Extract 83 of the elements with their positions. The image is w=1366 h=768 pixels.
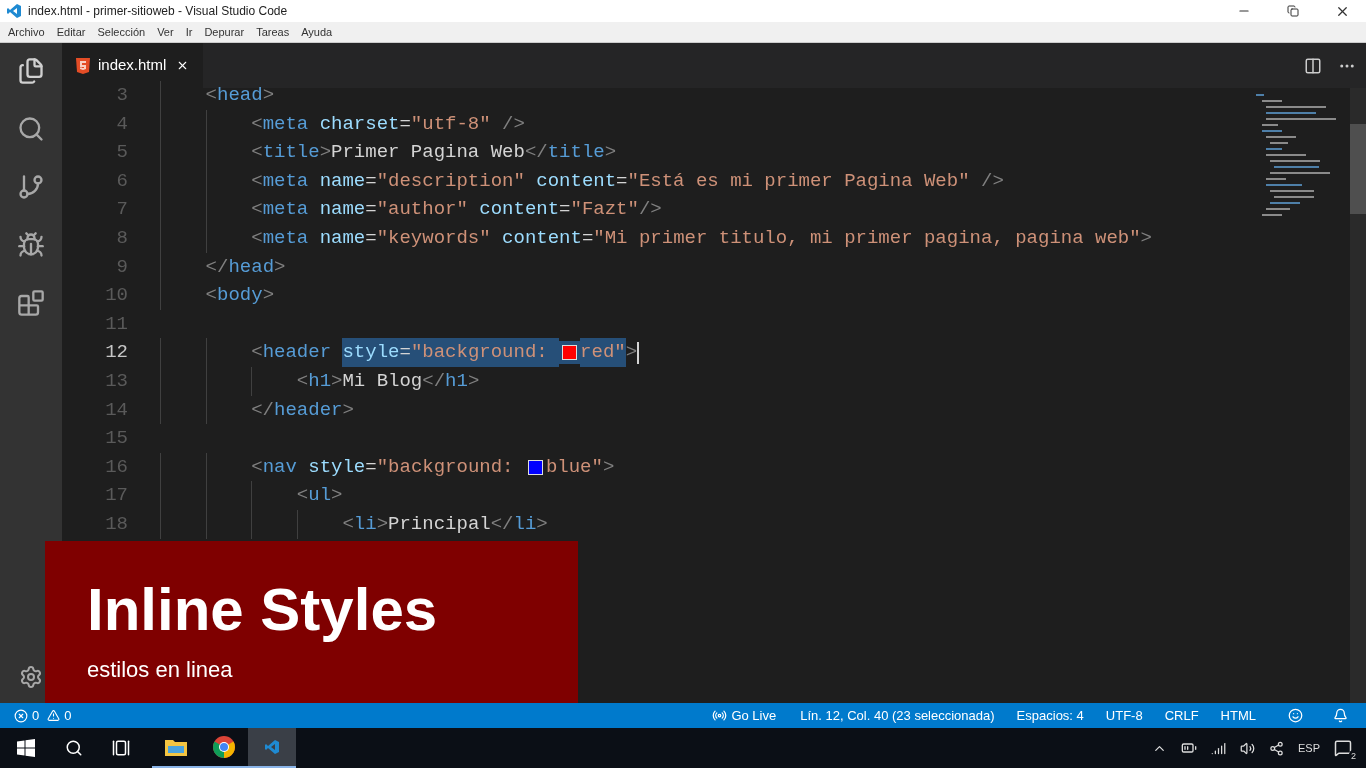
line-number: 13 — [104, 369, 128, 394]
branch-icon[interactable] — [17, 173, 45, 201]
volume-icon[interactable] — [1240, 740, 1255, 756]
bug-icon[interactable] — [17, 231, 45, 259]
split-editor-icon[interactable] — [1304, 56, 1322, 75]
code-text: <meta charset="utf-8" /> — [250, 111, 525, 137]
taskbar-app[interactable] — [248, 728, 296, 768]
text-cursor — [637, 341, 640, 364]
scrollbar[interactable] — [1350, 88, 1366, 703]
menu-item[interactable]: Selección — [97, 23, 146, 41]
line-number: 15 — [104, 426, 128, 452]
status-item[interactable]: Espacios: 4 — [1016, 705, 1084, 726]
status-item[interactable]: UTF-8 — [1105, 705, 1143, 726]
menu-item[interactable]: Archivo — [8, 23, 45, 41]
code-text: <title>Primer Pagina Web</title> — [250, 140, 617, 166]
code-text: <head> — [204, 83, 275, 109]
line-number: 16 — [104, 454, 128, 480]
warning-count[interactable]: 0 — [64, 705, 72, 726]
menu-item[interactable]: Depurar — [204, 23, 245, 41]
menu-item[interactable]: Tareas — [256, 23, 290, 41]
error-icon — [14, 708, 28, 723]
folder-icon — [165, 738, 187, 756]
line-number: 18 — [104, 511, 128, 537]
color-swatch[interactable] — [527, 459, 543, 475]
code-text: <body> — [204, 283, 275, 309]
settings-icon[interactable] — [19, 665, 43, 689]
code-text: <h1>Mi Blog</h1> — [295, 369, 480, 394]
code-text: red" — [580, 338, 626, 367]
status-item[interactable]: Go Live — [731, 705, 777, 726]
line-number: 17 — [104, 483, 128, 509]
blocks-icon[interactable] — [17, 289, 45, 317]
windows-icon[interactable] — [17, 739, 35, 757]
code-text: <meta name="description" content="Está es mi primer Pagina Web" /> — [250, 168, 1004, 194]
vscode-logo — [6, 3, 22, 19]
line-number: 10 — [104, 283, 128, 309]
line-number: 11 — [104, 311, 128, 337]
line-number: 5 — [115, 140, 128, 166]
task-view-icon[interactable] — [112, 739, 130, 757]
signal-icon[interactable] — [1211, 740, 1226, 756]
battery-icon[interactable] — [1181, 740, 1197, 756]
window-title: index.html - primer-sitioweb - Visual Studio Code — [28, 3, 288, 20]
code-text: style="background: — [342, 338, 560, 367]
language-indicator[interactable]: ESP — [1298, 739, 1320, 757]
code-text: <meta name="keywords" content="Mi primer titulo, mi primer pagina, pagina web"> — [250, 226, 1152, 251]
bell-icon[interactable] — [1333, 708, 1348, 723]
smiley-icon[interactable] — [1288, 708, 1303, 723]
code-text: > — [625, 340, 638, 366]
editor-tab[interactable]: index.html — [62, 43, 204, 88]
chrome-icon — [213, 736, 235, 758]
line-number: 8 — [115, 226, 128, 251]
network-icon[interactable] — [1269, 740, 1284, 756]
search-icon[interactable] — [65, 739, 83, 757]
code-text: <ul> — [295, 483, 343, 509]
code-text: </header> — [250, 397, 354, 423]
caption-subtitle: estilos en linea — [87, 656, 234, 684]
code-text: <header — [250, 340, 333, 366]
line-number: 9 — [115, 254, 128, 280]
line-number: 12 — [104, 340, 128, 366]
status-item[interactable]: Lín. 12, Col. 40 (23 seleccionada) — [800, 705, 995, 726]
code-text: </head> — [204, 254, 286, 280]
broadcast-icon — [712, 708, 728, 723]
menu-item[interactable]: Ver — [157, 23, 174, 41]
code-text: <meta name="author" content="Fazt"/> — [250, 197, 662, 223]
code-text: <li>Principal</li> — [341, 511, 548, 537]
menu-item[interactable]: Ayuda — [301, 23, 333, 41]
status-item[interactable]: CRLF — [1164, 705, 1199, 726]
vscode-icon — [264, 739, 280, 755]
caption-title: Inline Styles — [87, 577, 439, 643]
restore-icon[interactable] — [1287, 5, 1299, 17]
line-number: 6 — [115, 168, 128, 194]
error-count[interactable]: 0 — [32, 705, 40, 726]
html-file-icon — [76, 57, 90, 74]
line-number: 7 — [115, 197, 128, 223]
line-number: 14 — [104, 397, 128, 423]
menu-item[interactable]: Editar — [56, 23, 86, 41]
files-icon[interactable] — [17, 57, 45, 85]
status-item[interactable]: HTML — [1220, 705, 1256, 726]
notifications-icon[interactable] — [1334, 739, 1352, 757]
code-text: <nav style="background: — [250, 454, 515, 480]
warning-icon — [47, 709, 61, 722]
line-number: 4 — [115, 111, 128, 137]
menu-item[interactable]: Ir — [185, 23, 193, 41]
code-text: blue"> — [545, 454, 615, 480]
